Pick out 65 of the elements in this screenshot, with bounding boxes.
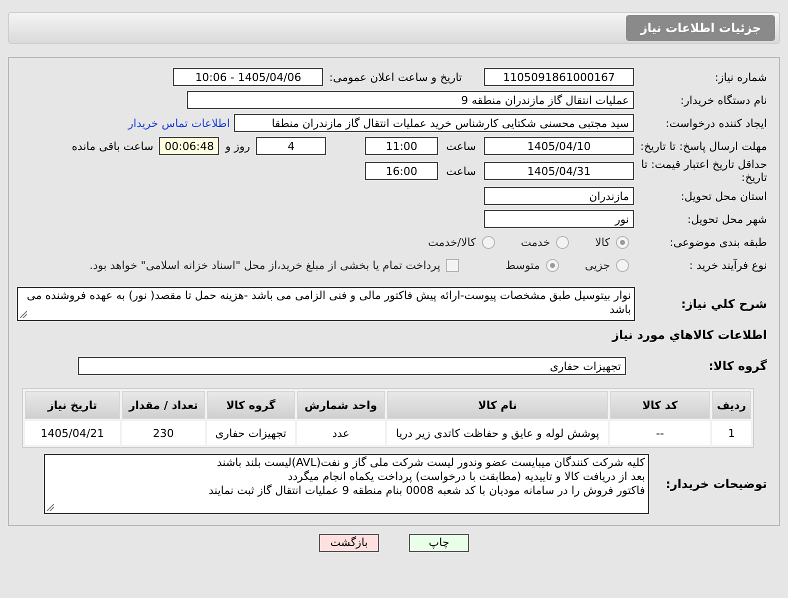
field-label: طبقه بندی موضوعی:: [668, 236, 768, 248]
table-cell: --: [610, 421, 710, 445]
field-label: شهر محل تحویل:: [686, 212, 768, 226]
back-button[interactable]: بازگشت: [319, 534, 379, 552]
city-field: نور: [484, 210, 634, 228]
buyer-notes-field: کلیه شرکت کنندگان میبایست عضو وندور لیست شرکت ملی گاز و نفت(AVL)لیست بلند باشند بعد از دریافت کالا و تاییدیه (مطابقت با درخواست) پرداخت یکماه انجام میگردد فاکتور فروش را در سامانه مودیان با کد شعبه 0008 بنام منطقه 9 عملیات انتقال گاز ثبت نمایند: [44, 454, 649, 514]
table-cell: 230: [122, 421, 206, 445]
need-number-field: 1105091861000167: [484, 68, 634, 86]
page-title: جزئیات اطلاعات نیاز: [626, 15, 775, 41]
table-cell: پوشش لوله و عایق و حفاظت کاتدی زیر دریا: [387, 421, 608, 445]
field-label: گروه کالا:: [708, 360, 768, 372]
table-cell: عدد: [296, 421, 386, 445]
column-header: نام کالا: [387, 391, 608, 419]
buyer-org-field: عملیات انتقال گاز مازندران منطقه 9: [187, 91, 634, 109]
field-label: ایجاد کننده درخواست:: [664, 116, 768, 130]
radio-button[interactable]: [556, 236, 570, 248]
field-label: ساعت: [446, 164, 476, 178]
checkbox[interactable]: [446, 258, 460, 272]
section-title: اطلاعات کالاهاي مورد نياز: [612, 328, 768, 342]
requester-field: سید مجتبی محسنی شکتایی کارشناس خرید عملیات انتقال گاز مازندران منطقا: [234, 114, 634, 132]
option-label: متوسط: [505, 258, 540, 272]
deadline-date-field: 1405/04/10: [484, 137, 634, 155]
province-field: مازندران: [484, 187, 634, 205]
field-label: روز و: [225, 140, 250, 152]
option-label: پرداخت تمام یا بخشی از مبلغ خرید،از محل "اسناد خزانه اسلامی" خواهد بود.: [90, 258, 440, 272]
radio-button[interactable]: [546, 258, 559, 272]
column-header: کد کالا: [610, 391, 710, 419]
table-cell: 1: [712, 421, 751, 445]
column-header: تاریخ نیاز: [25, 391, 120, 419]
field-label: نوع فرآیند خرید :: [688, 258, 768, 272]
field-label: شرح کلي نياز:: [680, 298, 768, 310]
radio-button[interactable]: [482, 236, 495, 248]
days-field: 4: [256, 137, 326, 155]
option-label: کالا/خدمت: [428, 236, 476, 248]
option-label: جزیی: [584, 258, 610, 272]
radio-button[interactable]: [616, 236, 629, 248]
announce-date-field: 1405/04/06 - 10:06: [173, 68, 324, 86]
resize-grip-icon: [47, 504, 54, 511]
description-field: نوار بیتوسیل طبق مشخصات پیوست-ارائه پیش فاکتور مالی و فنی الزامی می باشد -هزینه حمل تا مقصد( نور) به عهده فروشنده می باشد: [17, 287, 635, 321]
deadline-time-field: 11:00: [365, 137, 438, 155]
column-header: تعداد / مقدار: [122, 391, 206, 419]
table-cell: تجهیزات حفاری: [207, 421, 294, 445]
column-header: گروه کالا: [207, 391, 294, 419]
resize-grip-icon: [20, 311, 27, 318]
column-header: ردیف: [712, 391, 751, 419]
print-button[interactable]: چاپ: [409, 534, 469, 552]
field-label: حداقل تاریخ اعتبار قیمت: تا تاریخ:: [640, 158, 768, 184]
field-label: مهلت ارسال پاسخ: تا تاریخ:: [639, 140, 768, 152]
option-label: کالا: [595, 236, 610, 248]
remaining-time-field: 00:06:48: [159, 137, 220, 155]
field-label: شماره نیاز:: [714, 70, 768, 84]
field-label: ساعت: [446, 140, 476, 152]
field-label: تاریخ و ساعت اعلان عمومی:: [329, 70, 462, 84]
option-label: خدمت: [520, 236, 550, 248]
contact-link[interactable]: اطلاعات تماس خریدار: [128, 116, 230, 130]
field-label: توضیحات خریدار:: [664, 478, 768, 490]
table-cell: 1405/04/21: [25, 421, 120, 445]
radio-button[interactable]: [616, 258, 629, 272]
validity-date-field: 1405/04/31: [484, 162, 634, 180]
column-header: واحد شمارش: [296, 391, 386, 419]
validity-time-field: 16:00: [365, 162, 438, 180]
field-label: نام دستگاه خریدار:: [679, 94, 768, 106]
goods-group-field: تجهیزات حفاری: [78, 357, 626, 375]
field-label: استان محل تحویل:: [680, 190, 768, 202]
field-label: ساعت باقی مانده: [72, 140, 154, 152]
